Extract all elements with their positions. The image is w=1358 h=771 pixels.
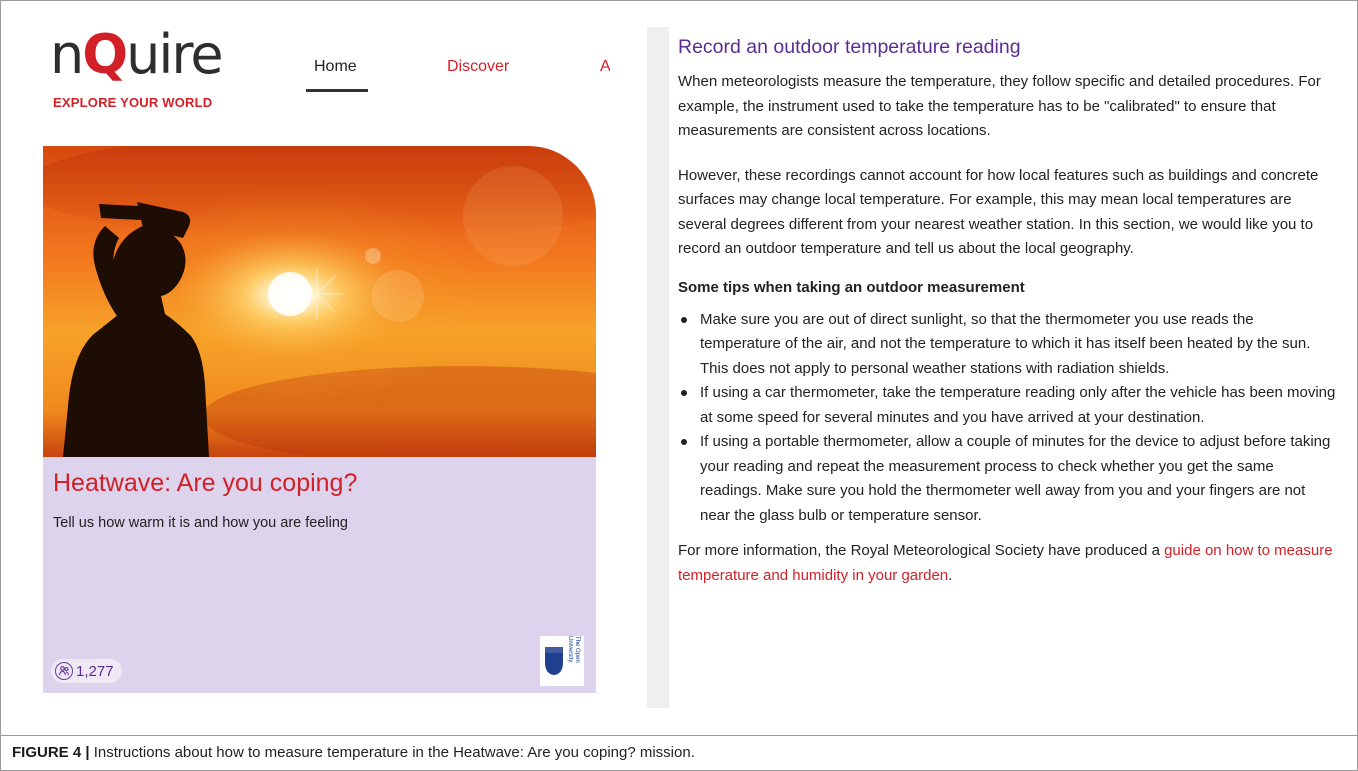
mission-title[interactable]: Heatwave: Are you coping? [53,469,357,498]
tip-item: If using a portable thermometer, allow a… [678,430,1338,528]
more-info-paragraph: For more information, the Royal Meteorol… [678,542,1333,584]
participants-badge: 1,277 [51,659,122,683]
ou-shield-icon [545,647,563,675]
instructions-paragraph-2: However, these recordings cannot account… [678,166,1319,258]
tip-item: Make sure you are out of direct sunlight… [678,308,1338,382]
mission-card[interactable]: Heatwave: Are you coping? Tell us how wa… [43,146,596,693]
nav-item-home[interactable]: Home [314,58,357,76]
bullet-icon [681,439,687,445]
instructions-title: Record an outdoor temperature reading [678,36,1021,58]
figure-caption: FIGURE 4 | Instructions about how to mea… [12,744,695,761]
nav-item-clipped[interactable]: A [600,58,610,76]
caption-divider [0,735,1358,736]
ou-logo-text: The Open University [567,636,580,663]
nquire-logo[interactable]: nQuire EXPLORE YOUR WORLD [50,22,235,112]
participants-count: 1,277 [76,662,114,680]
figure-label: FIGURE 4 | [12,744,90,761]
logo-tagline: EXPLORE YOUR WORLD [53,95,213,110]
bullet-icon [681,316,687,323]
content-gutter [647,27,669,708]
instructions-panel: Record an outdoor temperature reading Wh… [678,34,1338,588]
mission-subtitle: Tell us how warm it is and how you are f… [53,515,348,531]
tips-list: Make sure you are out of direct sunlight… [678,308,1338,529]
figure-caption-text: Instructions about how to measure temper… [89,744,695,761]
nav-item-discover[interactable]: Discover [447,58,509,76]
main-nav: Home Discover A [300,58,610,98]
bullet-icon [681,390,687,396]
open-university-logo: The Open University [540,636,584,686]
logo-wordmark: nQuire [50,23,224,86]
participants-icon [55,662,73,680]
instructions-paragraph-1: When meteorologists measure the temperat… [678,73,1321,139]
tip-item: If using a car thermometer, take the tem… [678,381,1338,430]
nav-active-underline [306,89,368,92]
tips-heading: Some tips when taking an outdoor measure… [678,278,1025,296]
mission-image [43,146,596,457]
